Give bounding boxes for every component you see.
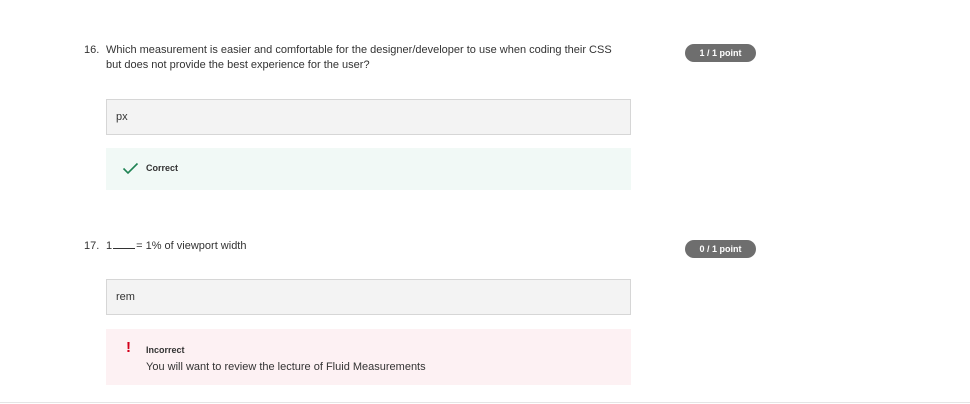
question-header: 17. 1 = 1% of viewport width 0 / 1 point (84, 239, 756, 258)
fill-blank (113, 240, 136, 249)
quiz-results-page: 16. Which measurement is easier and comf… (0, 0, 970, 404)
question-text-after: = 1% of viewport width (136, 240, 247, 252)
question-text: Which measurement is easier and comforta… (106, 44, 612, 71)
points-badge: 0 / 1 point (685, 240, 756, 258)
question-text-before: 1 (106, 240, 113, 252)
question-number: 16. (84, 44, 100, 56)
feedback-message: You will want to review the lecture of F… (146, 361, 426, 373)
question-number: 17. (84, 240, 100, 252)
question-header: 16. Which measurement is easier and comf… (84, 43, 756, 73)
exclamation-icon: ! (126, 339, 131, 356)
answer-field[interactable]: px (106, 99, 631, 135)
question-text: 1 = 1% of viewport width (106, 239, 626, 254)
question-17: 17. 1 = 1% of viewport width 0 / 1 point … (84, 239, 756, 385)
feedback-correct: Correct (106, 148, 631, 190)
points-badge: 1 / 1 point (685, 44, 756, 62)
feedback-incorrect: ! Incorrect You will want to review the … (106, 329, 631, 385)
checkmark-icon (122, 162, 139, 180)
answer-field[interactable]: rem (106, 279, 631, 315)
feedback-status: Incorrect (146, 345, 185, 355)
question-16: 16. Which measurement is easier and comf… (84, 43, 756, 190)
divider (0, 402, 970, 403)
feedback-status: Correct (146, 163, 179, 173)
